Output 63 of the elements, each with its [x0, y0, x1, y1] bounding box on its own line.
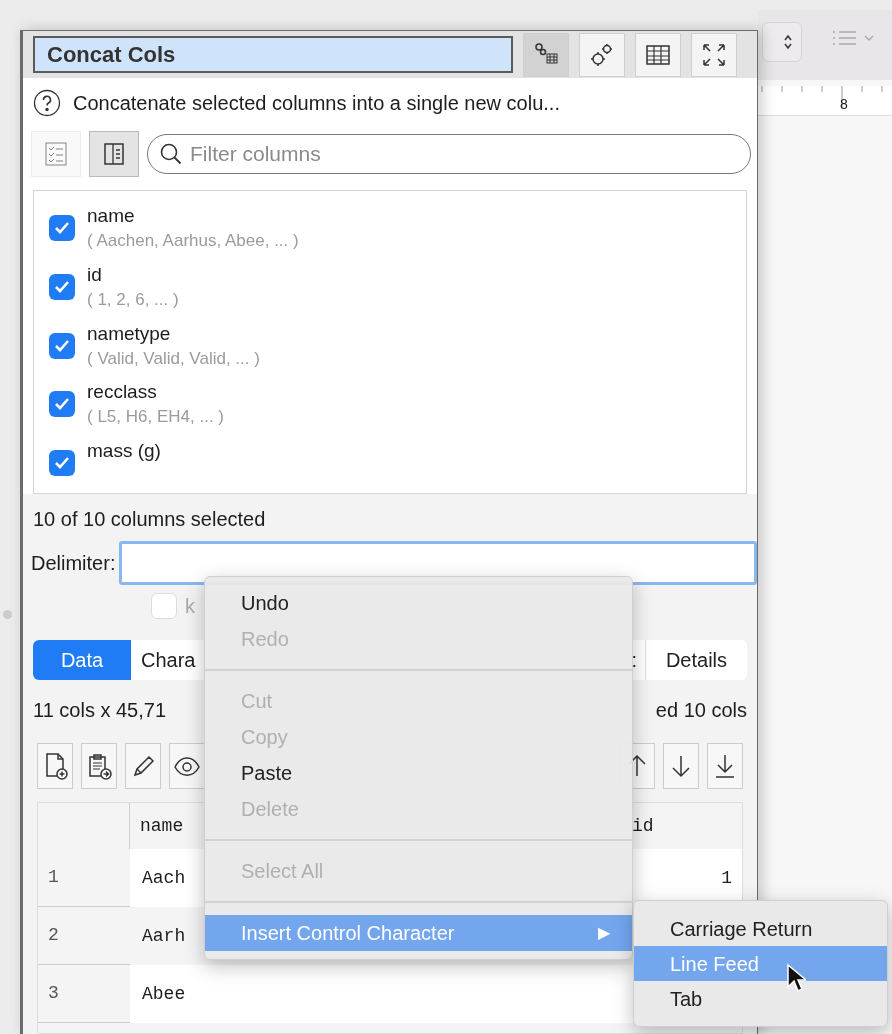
tab[interactable]: Data [33, 640, 131, 680]
table-info: ed 10 cols [655, 698, 747, 723]
column-name: mass (g) [87, 439, 161, 464]
column-preview: ( Valid, Valid, Valid, ... ) [87, 347, 260, 370]
column-name: name [87, 204, 136, 228]
row-number: 1 [38, 849, 130, 907]
clipboard-button[interactable] [81, 743, 117, 789]
checkbox[interactable] [49, 332, 75, 359]
menu-item[interactable]: Line Feed [634, 946, 887, 981]
menu-item[interactable]: Undo [205, 585, 632, 621]
search-icon [159, 142, 183, 166]
description-text: Concatenate selected columns into a single new colu... [73, 91, 560, 116]
table-cell-text: Aarh [142, 924, 186, 948]
table-cell-text: 1 [721, 866, 732, 890]
settings-button[interactable] [579, 32, 625, 77]
menu-item[interactable]: Paste [205, 755, 632, 791]
column-header: id [631, 814, 654, 838]
column-name: nametype [87, 321, 172, 346]
menu-item-label: Insert Control Character [241, 921, 456, 946]
checkbox[interactable] [49, 215, 75, 241]
checkbox[interactable] [151, 593, 177, 619]
checklist-icon [42, 140, 70, 168]
new-file-button[interactable] [37, 743, 73, 789]
selection-summary: 10 of 10 columns selected [33, 507, 266, 532]
check-icon [54, 397, 70, 412]
menu-item[interactable]: Tab [634, 981, 887, 1016]
checkbox-label: k [185, 594, 195, 619]
table-button[interactable] [635, 32, 681, 77]
clipboard-icon [86, 752, 112, 780]
check-icon [54, 279, 70, 294]
help-icon[interactable] [33, 89, 61, 117]
checkbox[interactable] [49, 273, 75, 300]
menu-item[interactable]: Carriage Return [634, 911, 887, 946]
delimiter-label: Delimiter: [31, 551, 116, 576]
eye-button[interactable] [169, 743, 205, 789]
check-icon [54, 221, 70, 235]
column-header: name [139, 814, 185, 838]
title-field[interactable]: Concat Cols [33, 36, 513, 73]
expand-button[interactable] [691, 32, 737, 77]
submenu-arrow: ▶ [598, 923, 610, 943]
table-info: 11 cols x 45,71 [33, 698, 167, 723]
pencil-button[interactable] [125, 743, 161, 789]
column-preview: ( Aachen, Aarhus, Abee, ... ) [87, 230, 299, 252]
check-icon [54, 456, 70, 471]
row-number: 3 [38, 965, 130, 1023]
table-cell-text: Abee [142, 982, 186, 1006]
menu-item[interactable]: Insert Control Character ▶ [205, 915, 632, 951]
view-toggle-button[interactable] [89, 131, 139, 177]
download-button[interactable] [707, 743, 743, 789]
column-name: recclass [87, 380, 158, 405]
column-preview: ( 1, 2, 6, ... ) [87, 288, 179, 311]
down-arrow-button[interactable] [663, 743, 699, 789]
column-name: id [87, 262, 103, 287]
check-icon [54, 338, 70, 353]
checkbox[interactable] [49, 391, 75, 418]
filter-field[interactable]: Filter columns [147, 134, 751, 174]
mouse-pointer-icon [786, 963, 806, 993]
column-preview: ( L5, H6, EH4, ... ) [87, 406, 224, 429]
node-table-button[interactable] [523, 32, 569, 77]
checkbox[interactable] [49, 450, 75, 477]
ruler-label: 8 [840, 95, 848, 114]
stepper-icon [783, 34, 793, 50]
table-cell-text: Aach [142, 866, 186, 890]
